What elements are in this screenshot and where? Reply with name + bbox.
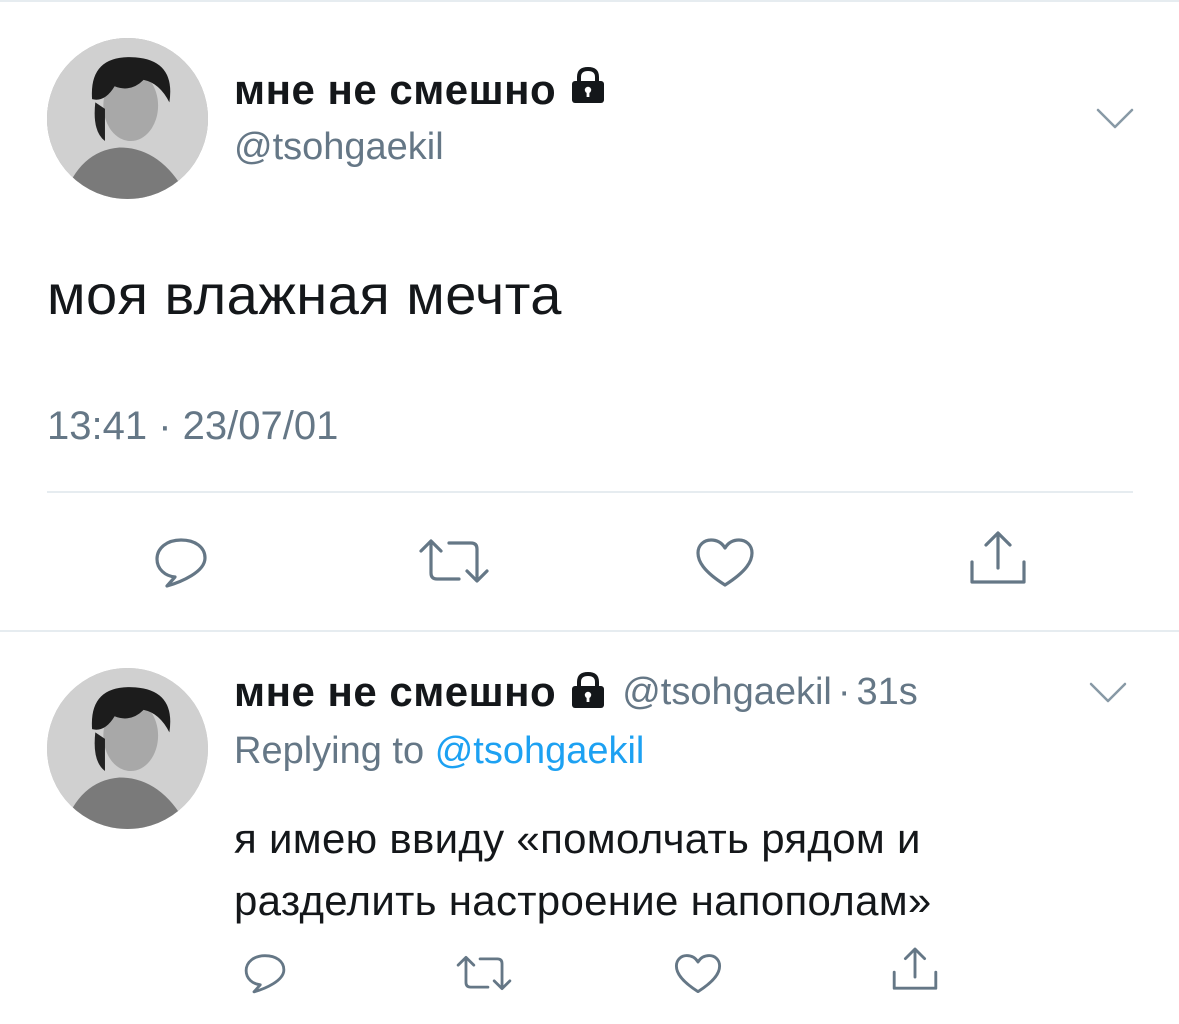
like-icon[interactable] — [695, 537, 755, 594]
share-icon[interactable] — [891, 946, 939, 997]
reply-header: мне не смешно @tsohgaekil · 31s — [234, 668, 918, 716]
tweet-text: моя влажная мечта — [47, 263, 562, 326]
display-name[interactable]: мне не смешно — [234, 668, 556, 716]
reply-icon[interactable] — [243, 952, 287, 999]
tweet-age[interactable]: 31s — [857, 671, 918, 714]
mention-link[interactable]: @tsohgaekil — [435, 730, 645, 772]
separator-dot: · — [837, 670, 851, 713]
like-icon[interactable] — [674, 953, 722, 1000]
divider — [0, 630, 1179, 632]
handle[interactable]: @tsohgaekil — [622, 671, 832, 714]
avatar-photo — [47, 38, 208, 199]
display-name[interactable]: мне не смешно — [234, 66, 608, 114]
lock-icon — [568, 671, 608, 714]
replying-to-label: Replying to — [234, 730, 425, 772]
chevron-down-icon[interactable] — [1088, 680, 1128, 706]
handle[interactable]: @tsohgaekil — [234, 126, 444, 169]
tweet-text: я имею ввиду «помолчать рядом и разделит… — [234, 815, 932, 924]
display-name-label: мне не смешно — [234, 66, 557, 113]
retweet-icon[interactable] — [417, 537, 491, 590]
avatar-photo — [47, 668, 208, 829]
divider — [47, 491, 1133, 493]
tweet-thread: мне не смешно @tsohgaekil моя влажная ме… — [0, 0, 1179, 1024]
avatar[interactable] — [47, 668, 208, 829]
reply-icon[interactable] — [153, 536, 209, 593]
tweet-timestamp[interactable]: 13:41 · 23/07/01 — [47, 404, 338, 449]
replying-to: Replying to @tsohgaekil — [234, 730, 644, 773]
retweet-icon[interactable] — [455, 954, 513, 997]
top-divider — [0, 0, 1179, 2]
share-icon[interactable] — [968, 530, 1028, 591]
avatar[interactable] — [47, 38, 208, 199]
lock-icon — [568, 66, 608, 114]
chevron-down-icon[interactable] — [1095, 106, 1135, 132]
